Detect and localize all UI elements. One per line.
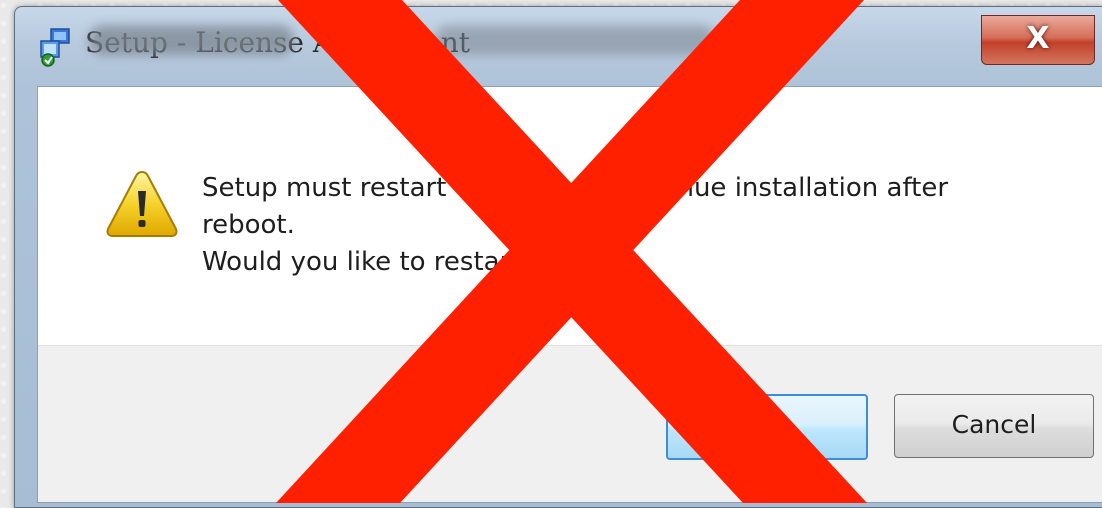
title-redaction-2 (435, 25, 715, 55)
installer-icon (37, 27, 71, 67)
message-line-2: reboot. (202, 210, 295, 240)
warning-icon (105, 169, 179, 239)
title-bar[interactable]: Setup - License Agreement X (15, 7, 1102, 85)
message-line-1: Setup must restart Windows to continue i… (202, 173, 949, 203)
dialog-message: Setup must restart Windows to continue i… (202, 170, 1102, 281)
ok-button[interactable]: OK (666, 394, 868, 460)
restart-dialog-window: Setup - License Agreement X (14, 6, 1102, 508)
title-redaction (89, 25, 294, 55)
cancel-button[interactable]: Cancel (894, 394, 1094, 458)
dialog-client-area: Setup must restart Windows to continue i… (37, 86, 1102, 503)
message-line-3: Would you like to restart now? (202, 247, 597, 277)
close-button[interactable]: X (981, 15, 1095, 65)
message-area: Setup must restart Windows to continue i… (38, 87, 1102, 345)
